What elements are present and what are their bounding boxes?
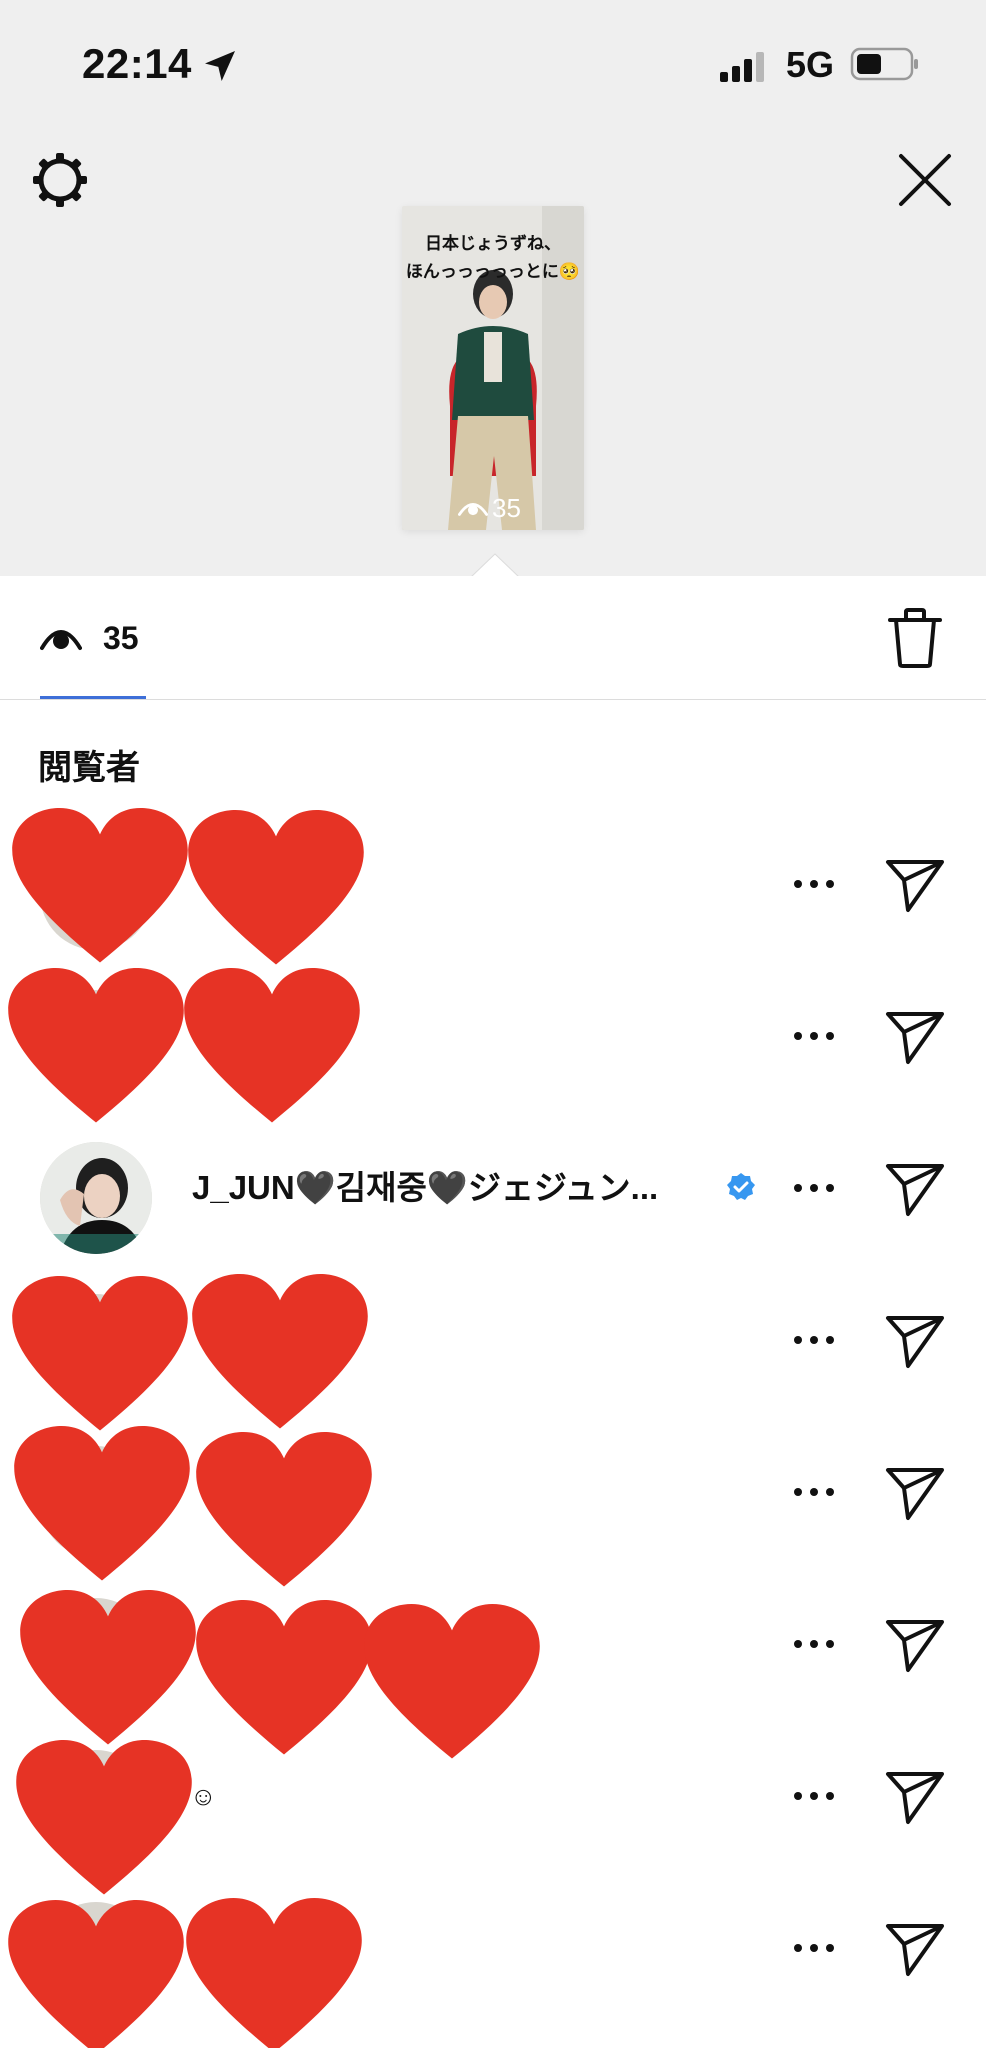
- viewer-row[interactable]: [0, 960, 986, 1123]
- heart-sticker: [192, 1274, 368, 1432]
- more-options-button[interactable]: [790, 1624, 838, 1664]
- story-caption-line2: ほんっっっっっとに🥺: [405, 262, 581, 281]
- trash-icon[interactable]: [886, 606, 944, 670]
- viewer-row[interactable]: [0, 1568, 986, 1759]
- send-message-button[interactable]: [884, 1614, 946, 1674]
- viewer-row[interactable]: [0, 1264, 986, 1431]
- more-options-button[interactable]: [790, 1016, 838, 1056]
- more-options-button[interactable]: [790, 1776, 838, 1816]
- more-options-button[interactable]: [790, 1320, 838, 1360]
- eye-icon: [458, 503, 488, 516]
- viewer-row[interactable]: J_JUN🖤김재중🖤ジェジュン...: [0, 1112, 986, 1264]
- heart-sticker: [188, 810, 364, 968]
- viewer-row[interactable]: ☺: [0, 1720, 986, 1895]
- viewer-name-suffix: ☺: [190, 1781, 217, 1811]
- heart-sticker: [186, 1898, 362, 2048]
- story-view-badge: 35: [458, 492, 548, 524]
- verified-badge-icon: [727, 1173, 755, 1200]
- view-count[interactable]: 35: [103, 620, 139, 657]
- battery-icon: [850, 47, 918, 81]
- more-options-button[interactable]: [790, 1472, 838, 1512]
- gear-icon[interactable]: [30, 150, 90, 210]
- send-message-button[interactable]: [884, 1918, 946, 1978]
- location-arrow-icon: [205, 51, 235, 81]
- heart-sticker: [196, 1432, 372, 1590]
- avatar[interactable]: [40, 1142, 152, 1254]
- status-bar: 22:14 5G: [0, 0, 986, 120]
- viewers-title: 閲覧者: [38, 749, 140, 787]
- heart-sticker: [12, 1276, 188, 1434]
- viewer-username[interactable]: J_JUN🖤김재중🖤ジェジュン...: [192, 1112, 658, 1264]
- send-message-button[interactable]: [884, 1310, 946, 1370]
- stats-row: [0, 576, 986, 700]
- send-message-button[interactable]: [884, 854, 946, 914]
- send-message-button[interactable]: [884, 1766, 946, 1826]
- heart-sticker: [14, 1426, 190, 1584]
- viewer-row[interactable]: [0, 808, 986, 965]
- network-type: 5G: [786, 44, 835, 85]
- avatar-photo: [40, 1142, 152, 1254]
- more-options-button[interactable]: [790, 1928, 838, 1968]
- views-tab-indicator: [40, 696, 146, 699]
- viewer-row[interactable]: [0, 1872, 986, 2048]
- story-thumbnail[interactable]: 日本じょうずね、 ほんっっっっっとに🥺 35: [402, 206, 584, 530]
- status-time: 22:14: [82, 40, 192, 87]
- heart-sticker: [12, 808, 188, 966]
- heart-sticker: [8, 968, 184, 1126]
- heart-sticker: [8, 1900, 184, 2048]
- send-message-button[interactable]: [884, 1462, 946, 1522]
- send-message-button[interactable]: [884, 1158, 946, 1218]
- eye-icon[interactable]: [40, 622, 82, 652]
- story-pointer: [468, 552, 522, 580]
- more-options-button[interactable]: [790, 1168, 838, 1208]
- viewer-row[interactable]: [0, 1416, 986, 1587]
- story-view-count: 35: [492, 492, 521, 523]
- heart-sticker: [184, 968, 360, 1126]
- close-icon[interactable]: [895, 150, 955, 210]
- send-message-button[interactable]: [884, 1006, 946, 1066]
- more-options-button[interactable]: [790, 864, 838, 904]
- story-caption-line1: 日本じょうずね、: [425, 234, 561, 253]
- signal-icon: [720, 52, 764, 82]
